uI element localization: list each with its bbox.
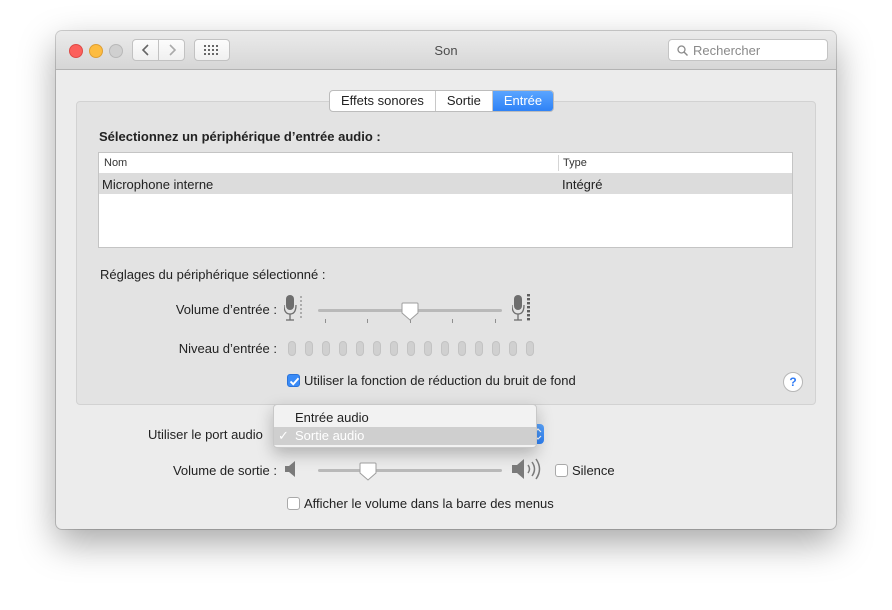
level-segment xyxy=(339,341,347,356)
menu-item-entree-audio[interactable]: Entrée audio xyxy=(274,409,536,427)
level-segment xyxy=(305,341,313,356)
speaker-high-icon xyxy=(512,458,541,480)
tab-entree[interactable]: Entrée xyxy=(492,91,554,111)
input-level-meter xyxy=(288,341,548,357)
table-row[interactable]: Microphone interne Intégré xyxy=(99,174,792,194)
tab-effets-sonores[interactable]: Effets sonores xyxy=(330,91,436,111)
input-settings-panel xyxy=(76,101,816,405)
table-header: Nom Type xyxy=(99,153,792,174)
level-segment xyxy=(356,341,364,356)
level-segment xyxy=(424,341,432,356)
title-bar: Son Rechercher xyxy=(56,31,836,70)
input-level-label: Niveau d’entrée : xyxy=(178,341,277,356)
column-header-name[interactable]: Nom xyxy=(104,157,127,169)
device-settings-heading: Réglages du périphérique sélectionné : xyxy=(100,267,326,282)
output-volume-slider-thumb[interactable] xyxy=(359,462,377,482)
level-segment xyxy=(441,341,449,356)
level-segment xyxy=(492,341,500,356)
device-type-cell: Intégré xyxy=(562,177,603,192)
noise-reduction-label[interactable]: Utiliser la fonction de réduction du bru… xyxy=(304,373,576,388)
search-placeholder: Rechercher xyxy=(693,42,761,58)
level-segment xyxy=(390,341,398,356)
audio-port-label: Utiliser le port audio xyxy=(148,427,263,442)
tab-sortie[interactable]: Sortie xyxy=(436,91,493,111)
level-segment xyxy=(407,341,415,356)
input-volume-slider-thumb[interactable] xyxy=(401,302,419,322)
microphone-low-icon xyxy=(284,295,302,321)
microphone-high-icon xyxy=(512,294,530,321)
level-segment xyxy=(475,341,483,356)
help-button[interactable]: ? xyxy=(783,372,803,392)
menu-item-label: Entrée audio xyxy=(295,410,369,425)
device-name-cell: Microphone interne xyxy=(102,177,214,192)
mute-label[interactable]: Silence xyxy=(572,463,615,478)
input-device-table: Nom Type Microphone interne Intégré xyxy=(98,152,793,248)
level-segment xyxy=(373,341,381,356)
output-volume-slider[interactable] xyxy=(318,469,502,472)
sound-preferences-window: Son Rechercher Effets sonores Sortie Ent… xyxy=(56,31,836,529)
column-divider xyxy=(558,155,559,171)
input-volume-label: Volume d’entrée : xyxy=(175,302,277,317)
search-field[interactable]: Rechercher xyxy=(668,39,828,61)
show-volume-menubar-checkbox[interactable] xyxy=(287,497,300,510)
level-segment xyxy=(288,341,296,356)
slider-tick xyxy=(325,319,326,323)
checkmark-icon xyxy=(289,377,300,386)
audio-port-menu: Entrée audio ✓ Sortie audio xyxy=(273,404,537,448)
level-segment xyxy=(509,341,517,356)
mute-checkbox[interactable] xyxy=(555,464,568,477)
level-segment xyxy=(526,341,534,356)
tab-bar: Effets sonores Sortie Entrée xyxy=(329,90,555,112)
output-volume-label: Volume de sortie : xyxy=(172,463,277,478)
input-device-heading: Sélectionnez un périphérique d’entrée au… xyxy=(99,129,381,144)
noise-reduction-checkbox[interactable] xyxy=(287,374,300,387)
search-icon xyxy=(677,44,688,56)
slider-tick xyxy=(495,319,496,323)
checkmark-icon: ✓ xyxy=(278,428,289,443)
show-volume-menubar-label[interactable]: Afficher le volume dans la barre des men… xyxy=(304,496,554,511)
column-header-type[interactable]: Type xyxy=(563,157,587,169)
menu-item-sortie-audio[interactable]: ✓ Sortie audio xyxy=(274,427,536,445)
slider-tick xyxy=(367,319,368,323)
speaker-low-icon xyxy=(285,461,295,477)
slider-tick xyxy=(452,319,453,323)
level-segment xyxy=(322,341,330,356)
menu-item-label: Sortie audio xyxy=(295,428,365,443)
level-segment xyxy=(458,341,466,356)
